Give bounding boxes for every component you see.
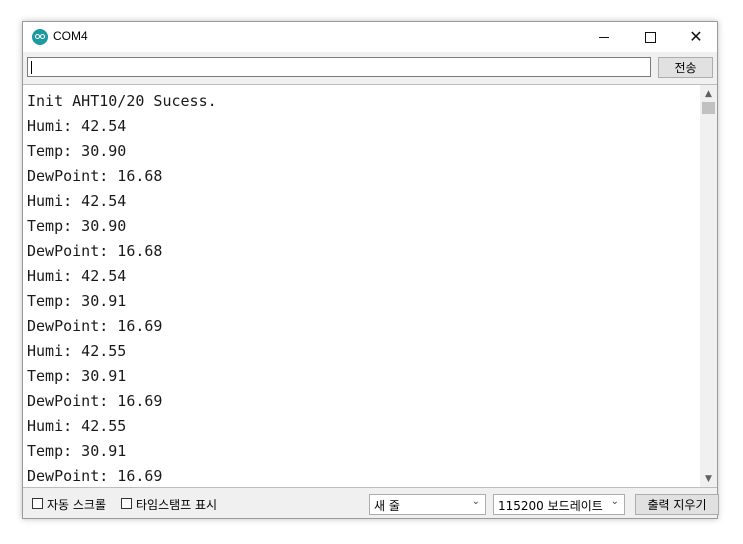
line-ending-value: 새 줄 [374,499,400,513]
timestamp-checkbox[interactable] [121,498,132,509]
maximize-button[interactable] [627,22,673,52]
send-row [23,52,717,84]
output-line: Init AHT10/20 Sucess. [27,92,217,110]
output-line: Temp: 30.91 [27,292,127,310]
output-line: Temp: 30.91 [27,367,127,385]
timestamp-label: 타임스탬프 표시 [136,498,218,512]
output-line: Temp: 30.90 [27,142,127,160]
bottom-toolbar: 자동 스크롤 타임스탬프 표시 새 줄 ⌄ 115200 보드레이트 ⌄ 출력 … [23,488,719,518]
send-input[interactable] [27,57,651,77]
output-line: Humi: 42.55 [27,417,127,435]
output-line: Temp: 30.90 [27,217,127,235]
title-bar[interactable]: COM4 ✕ [23,22,717,52]
text-caret [31,61,32,74]
scroll-up-arrow-icon[interactable]: ▲ [700,85,717,102]
line-ending-select[interactable]: 새 줄 ⌄ [369,494,486,515]
close-button[interactable]: ✕ [673,22,719,52]
output-lines: Init AHT10/20 Sucess. Humi: 42.54 Temp: 30… [27,91,217,487]
minimize-button[interactable] [581,22,627,52]
output-line: Humi: 42.54 [27,267,127,285]
clear-output-button[interactable]: 출력 지우기 [635,494,719,515]
minimize-icon [599,36,609,38]
output-line: Humi: 42.55 [27,342,127,360]
maximize-icon [644,31,656,43]
arduino-icon [32,29,48,45]
baud-rate-select[interactable]: 115200 보드레이트 ⌄ [493,494,625,515]
output-line: DewPoint: 16.68 [27,167,163,185]
output-line: DewPoint: 16.69 [27,392,163,410]
output-line: DewPoint: 16.69 [27,317,163,335]
scroll-thumb[interactable] [702,102,715,114]
chevron-down-icon: ⌄ [610,496,619,507]
output-line: DewPoint: 16.68 [27,242,163,260]
vertical-scrollbar[interactable]: ▲ ▼ [700,85,717,487]
scroll-down-arrow-icon[interactable]: ▼ [700,470,717,487]
autoscroll-checkbox[interactable] [32,498,43,509]
send-button[interactable]: 전송 [658,57,713,78]
output-line: Humi: 42.54 [27,192,127,210]
serial-output[interactable]: Init AHT10/20 Sucess. Humi: 42.54 Temp: 30… [23,84,717,488]
output-line: Humi: 42.54 [27,117,127,135]
output-line: DewPoint: 16.69 [27,467,163,485]
window-title: COM4 [53,29,88,43]
close-icon: ✕ [689,27,703,46]
autoscroll-label: 자동 스크롤 [47,498,107,512]
output-line: Temp: 30.91 [27,442,127,460]
baud-rate-value: 115200 보드레이트 [498,499,603,513]
chevron-down-icon: ⌄ [471,496,480,507]
serial-monitor-window: COM4 ✕ 전송 Init AHT10/20 Sucess. Humi: 42.… [22,21,719,519]
